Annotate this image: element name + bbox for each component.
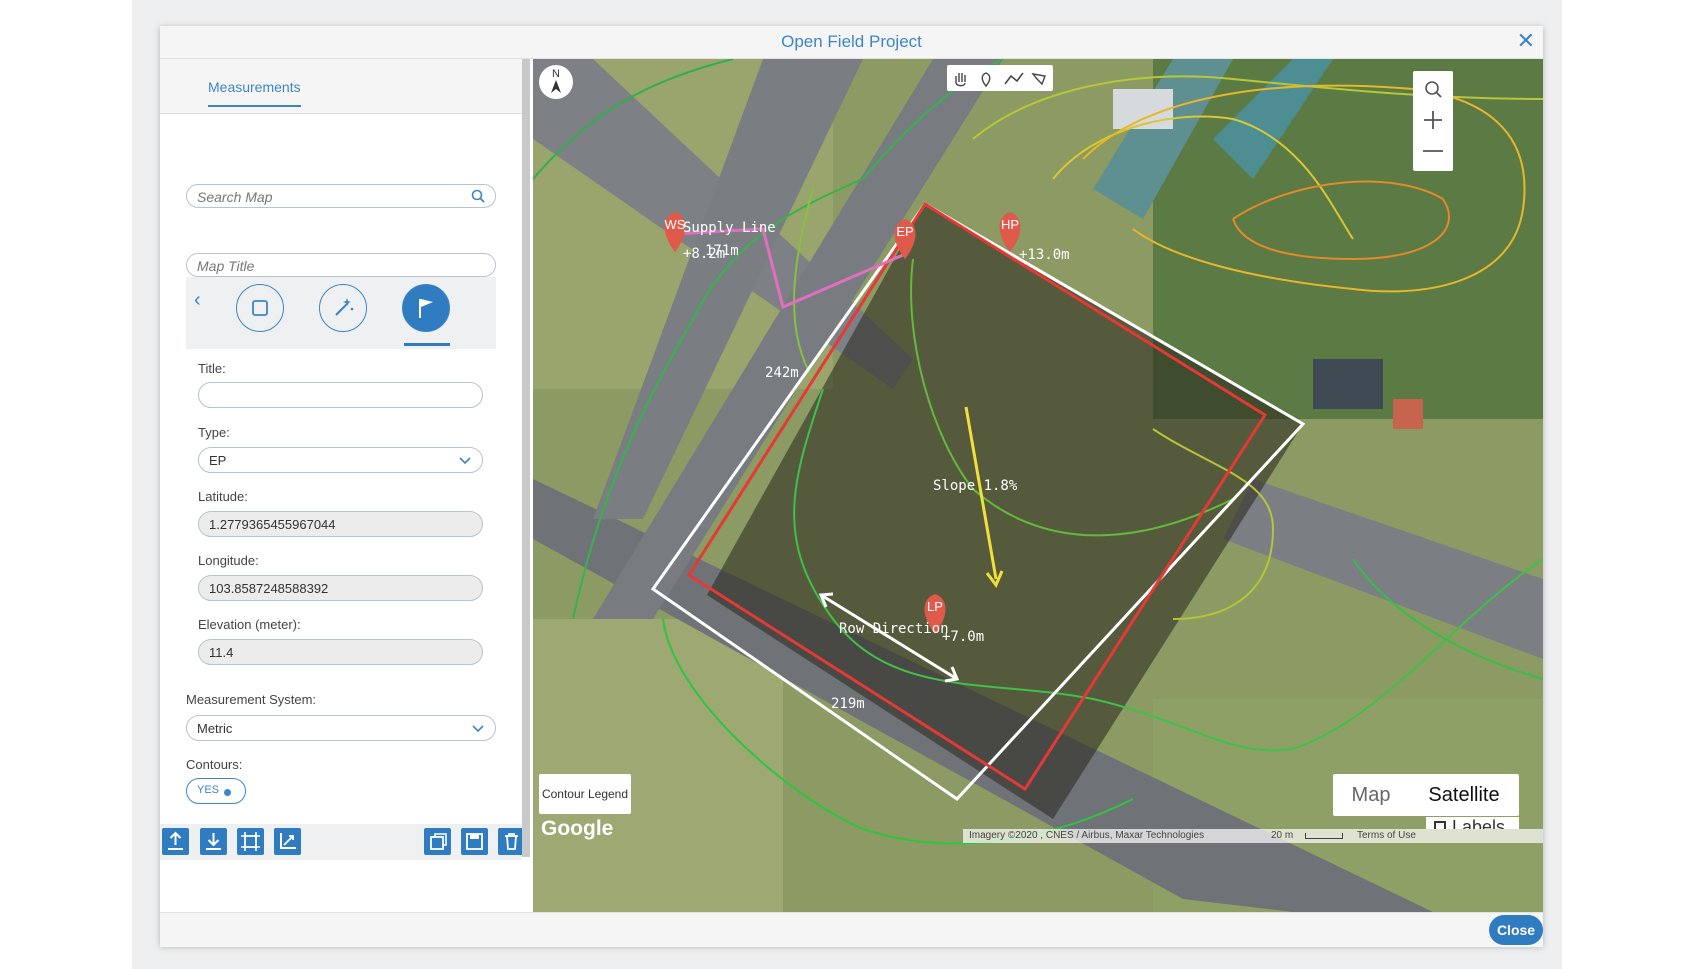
latitude-field[interactable]: 1.2779365455967044	[198, 511, 483, 537]
contours-toggle[interactable]: YES	[186, 778, 246, 804]
map-type-map-button[interactable]: Map	[1333, 774, 1409, 816]
map-type-control: Map Satellite	[1333, 774, 1519, 816]
type-label: Type:	[198, 425, 230, 440]
search-icon[interactable]	[471, 189, 485, 203]
hp-elevation: +13.0m	[1019, 247, 1070, 263]
dialog-titlebar: Open Field Project ✕	[160, 26, 1543, 59]
chevron-down-icon	[472, 725, 484, 733]
left-panel-scrollbar[interactable]	[522, 59, 530, 857]
building	[1393, 399, 1423, 429]
supply-line-label: Supply Line	[683, 220, 776, 236]
tab-bar: Measurements	[160, 59, 522, 114]
longitude-label: Longitude:	[198, 553, 259, 568]
hand-icon[interactable]	[955, 73, 966, 87]
attribution-text: Imagery ©2020 , CNES / Airbus, Maxar Tec…	[969, 830, 1205, 841]
field-area	[533, 619, 783, 912]
close-icon[interactable]: ✕	[1517, 28, 1535, 54]
tab-measurements[interactable]: Measurements	[208, 79, 301, 107]
title-input[interactable]	[198, 382, 483, 408]
slope-label: Slope 1.8%	[933, 478, 1018, 494]
zoom-search-icon[interactable]	[1425, 81, 1442, 98]
map-type-satellite-button[interactable]: Satellite	[1409, 774, 1519, 816]
download-icon	[206, 833, 221, 850]
length-219-label: 219m	[831, 696, 865, 712]
terms-link[interactable]: Terms of Use	[1357, 830, 1416, 841]
close-button[interactable]: Close	[1489, 915, 1543, 945]
marker-icon[interactable]	[981, 72, 991, 88]
copy-icon	[430, 833, 447, 850]
google-logo: Google	[541, 817, 614, 840]
zoom-in-icon[interactable]	[1424, 111, 1442, 129]
search-placeholder: Search Map	[197, 189, 273, 205]
contours-label: Contours:	[186, 757, 243, 772]
drawing-toolbar	[947, 65, 1053, 91]
map-title-placeholder: Map Title	[197, 258, 255, 274]
magic-wand-icon	[335, 298, 354, 316]
elevation-field[interactable]: 11.4	[198, 639, 483, 665]
scale-label: 20 m	[1271, 830, 1294, 841]
axes-button[interactable]	[274, 828, 301, 855]
floppy-icon	[466, 833, 483, 850]
project-dialog: Open Field Project ✕ Measurements Search…	[160, 26, 1543, 947]
latitude-label: Latitude:	[198, 489, 248, 504]
elevation-label: Elevation (meter):	[198, 617, 301, 632]
flag-icon	[419, 299, 433, 318]
upload-button[interactable]	[162, 828, 189, 855]
chevron-left-icon[interactable]: ‹	[194, 289, 201, 312]
labels-option[interactable]: Labels	[1426, 817, 1519, 829]
length-242-label: 242m	[765, 365, 799, 381]
left-panel: Measurements Search Map Map Title ‹ Titl…	[160, 59, 525, 934]
crop-button[interactable]	[237, 828, 264, 855]
crop-icon	[241, 832, 260, 851]
compass-letter: N	[552, 68, 560, 80]
measurement-system-select[interactable]: Metric	[186, 715, 496, 741]
axes-icon	[280, 833, 296, 849]
marker-lp-label: LP	[927, 599, 943, 614]
trash-icon	[505, 833, 518, 850]
rectangle-tool-button[interactable]	[236, 284, 284, 332]
longitude-field[interactable]: 103.8587248588392	[198, 575, 483, 601]
chevron-down-icon	[459, 457, 471, 465]
map-view[interactable]: WS EP HP LP Supply Line 171m +8.2m +13.0…	[533, 59, 1543, 912]
magic-wand-tool-button[interactable]	[319, 284, 367, 332]
building	[1313, 359, 1383, 409]
building	[1113, 89, 1173, 129]
toggle-dot	[224, 789, 231, 796]
marker-ep-label: EP	[896, 224, 913, 239]
contours-value: YES	[197, 784, 220, 796]
polyline-icon[interactable]	[1004, 72, 1024, 85]
bottom-toolbar	[160, 824, 525, 860]
zoom-controls	[1413, 71, 1453, 171]
title-label: Title:	[198, 361, 226, 376]
dialog-title: Open Field Project	[781, 32, 922, 51]
search-input[interactable]: Search Map	[186, 184, 496, 208]
marker-tool-button[interactable]	[402, 284, 450, 332]
type-select[interactable]: EP	[198, 447, 483, 473]
tool-row: ‹	[186, 277, 496, 349]
measurement-system-label: Measurement System:	[186, 692, 317, 707]
active-tool-indicator	[404, 343, 450, 346]
square-icon	[252, 300, 268, 316]
labels-checkbox[interactable]	[1434, 821, 1446, 829]
upload-icon	[168, 831, 183, 850]
contour-legend-button[interactable]: Contour Legend	[539, 774, 631, 814]
type-value: EP	[209, 453, 227, 468]
attribution-bar: Imagery ©2020 , CNES / Airbus, Maxar Tec…	[963, 829, 1543, 843]
polygon-icon[interactable]	[1031, 73, 1046, 86]
labels-option-label: Labels	[1452, 817, 1506, 829]
save-copy-button[interactable]	[424, 828, 451, 855]
ws-elevation: +8.2m	[683, 246, 725, 262]
marker-hp-label: HP	[1001, 217, 1019, 232]
scale-bar	[1305, 833, 1343, 839]
compass-button[interactable]: N	[539, 65, 573, 99]
save-button[interactable]	[461, 828, 488, 855]
download-button[interactable]	[200, 828, 227, 855]
row-direction-label: Row Direction	[839, 621, 949, 637]
delete-button[interactable]	[498, 828, 525, 855]
map-title-input[interactable]: Map Title	[186, 253, 496, 277]
measurement-system-value: Metric	[197, 721, 233, 736]
dialog-footer: Close	[160, 912, 1543, 947]
